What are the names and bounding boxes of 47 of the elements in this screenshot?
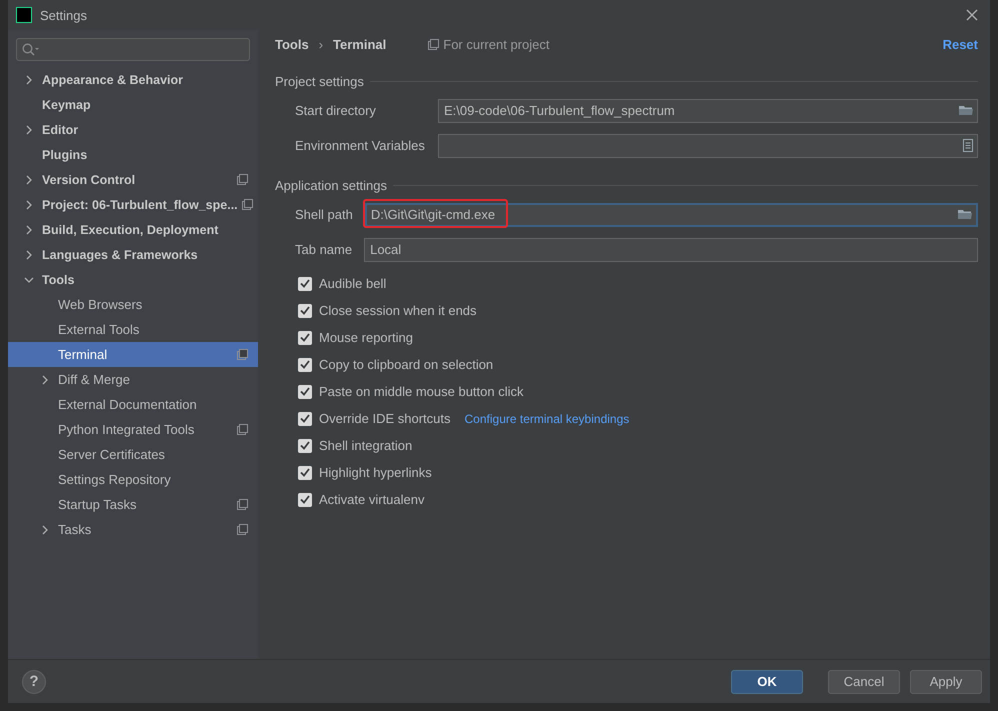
checkbox-label: Highlight hyperlinks: [319, 465, 432, 480]
breadcrumb-item: Terminal: [333, 37, 386, 52]
checkbox-label: Mouse reporting: [319, 330, 413, 345]
sidebar-item[interactable]: Settings Repository: [8, 467, 258, 492]
sidebar-item[interactable]: Server Certificates: [8, 442, 258, 467]
field-label: Tab name: [295, 242, 352, 257]
sidebar-item[interactable]: Project: 06-Turbulent_flow_spe...: [8, 192, 258, 217]
sidebar-item[interactable]: Editor: [8, 117, 258, 142]
field-label: Shell path: [295, 207, 353, 222]
sidebar-item[interactable]: Tasks: [8, 517, 258, 542]
window-title: Settings: [40, 8, 88, 22]
sidebar-item[interactable]: Startup Tasks: [8, 492, 258, 517]
sidebar-item[interactable]: Languages & Frameworks: [8, 242, 258, 267]
checkbox-label: Shell integration: [319, 438, 412, 453]
breadcrumb-item: Tools: [275, 37, 309, 52]
sidebar-item[interactable]: Tools: [8, 267, 258, 292]
sidebar-item[interactable]: Version Control: [8, 167, 258, 192]
section-title: Application settings: [275, 178, 388, 192]
sidebar-item[interactable]: Plugins: [8, 142, 258, 167]
checkbox-label: Override IDE shortcuts: [319, 411, 450, 426]
checkbox-label: Copy to clipboard on selection: [319, 357, 494, 372]
sidebar-item[interactable]: Build, Execution, Deployment: [8, 217, 258, 242]
field-label: Start directory: [295, 103, 377, 118]
checkbox-label: Audible bell: [319, 276, 386, 291]
checkbox-label: Close session when it ends: [319, 303, 477, 318]
section-title: Project settings: [275, 74, 364, 88]
checkbox-label: Activate virtualenv: [319, 492, 424, 507]
sidebar-item[interactable]: Diff & Merge: [8, 367, 258, 392]
keybindings-link[interactable]: Configure terminal keybindings: [464, 412, 630, 426]
input-field[interactable]: Local: [364, 238, 978, 262]
sidebar-item[interactable]: Keymap: [8, 92, 258, 117]
scope-label: For current project: [443, 37, 550, 52]
sidebar-item[interactable]: Appearance & Behavior: [8, 67, 258, 92]
sidebar-item[interactable]: Web Browsers: [8, 292, 258, 317]
reset-link[interactable]: Reset: [942, 37, 978, 52]
sidebar-item[interactable]: External Tools: [8, 317, 258, 342]
sidebar-item[interactable]: Python Integrated Tools: [8, 417, 258, 442]
dialog-button[interactable]: Cancel: [828, 670, 900, 694]
sidebar-item[interactable]: External Documentation: [8, 392, 258, 417]
dialog-button[interactable]: OK: [731, 670, 803, 694]
help-button[interactable]: ?: [22, 670, 46, 694]
field-label: Environment Variables: [295, 138, 426, 153]
input-field[interactable]: E:\09-code\06-Turbulent_flow_spectrum: [438, 98, 978, 122]
dialog-button[interactable]: Apply: [910, 670, 982, 694]
sidebar-item[interactable]: Terminal: [8, 342, 258, 367]
checkbox-label: Paste on middle mouse button click: [319, 384, 524, 399]
breadcrumb-separator: ›: [318, 37, 324, 52]
